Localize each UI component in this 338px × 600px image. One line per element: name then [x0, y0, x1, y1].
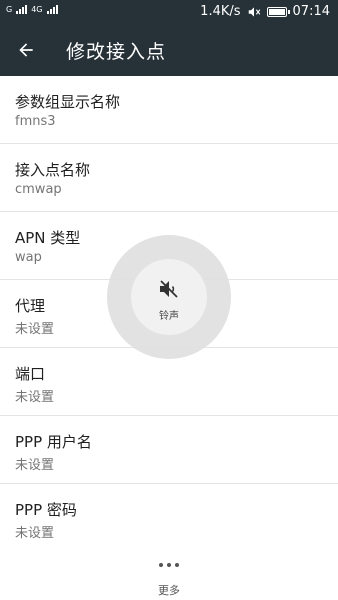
- back-button[interactable]: [12, 36, 40, 64]
- field-value: 未设置: [15, 390, 55, 405]
- screen: G 4G 1.4K/s 07:14 修改接入点 参数组显示名称 fmns3 接入…: [0, 0, 338, 600]
- more-label: 更多: [158, 584, 180, 597]
- carrier-2-label: 4G: [31, 4, 43, 14]
- mute-status-icon: [248, 6, 260, 17]
- field-label: APN 类型: [15, 229, 81, 247]
- status-right: 1.4K/s 07:14: [200, 4, 330, 19]
- field-label: 参数组显示名称: [15, 93, 121, 111]
- clock: 07:14: [292, 4, 330, 19]
- field-label: PPP 密码: [15, 501, 77, 519]
- field-value: wap: [15, 250, 42, 265]
- field-row-apn[interactable]: 接入点名称 cmwap: [0, 144, 338, 212]
- volume-toggle[interactable]: 铃声: [131, 259, 207, 335]
- field-label: 接入点名称: [15, 161, 91, 179]
- field-row-ppp-password[interactable]: PPP 密码 未设置: [0, 484, 338, 552]
- field-row-name[interactable]: 参数组显示名称 fmns3: [0, 76, 338, 144]
- field-row-ppp-username[interactable]: PPP 用户名 未设置: [0, 416, 338, 484]
- status-bar: G 4G 1.4K/s 07:14: [0, 0, 338, 24]
- carrier-1-label: G: [6, 4, 13, 14]
- speaker-muted-icon: [160, 280, 178, 298]
- app-bar: 修改接入点: [0, 24, 338, 76]
- field-value: fmns3: [15, 114, 56, 129]
- field-value: 未设置: [15, 458, 55, 473]
- volume-overlay: 铃声: [107, 235, 231, 359]
- arrow-back-icon: [19, 43, 33, 57]
- field-label: PPP 用户名: [15, 433, 92, 451]
- battery-icon: [266, 6, 290, 17]
- signal-icon-2: [46, 4, 58, 14]
- page-title: 修改接入点: [66, 41, 167, 63]
- more-dots-icon: [159, 562, 179, 568]
- field-value: 未设置: [15, 526, 55, 541]
- field-label: 端口: [15, 365, 46, 383]
- network-speed: 1.4K/s: [200, 4, 241, 19]
- field-label: 代理: [15, 297, 46, 315]
- volume-label: 铃声: [159, 311, 179, 322]
- field-value: 未设置: [15, 322, 55, 337]
- field-value: cmwap: [15, 182, 62, 197]
- more-menu-button[interactable]: 更多: [0, 548, 338, 600]
- signal-icon: [16, 4, 28, 14]
- status-left: G 4G: [6, 4, 58, 14]
